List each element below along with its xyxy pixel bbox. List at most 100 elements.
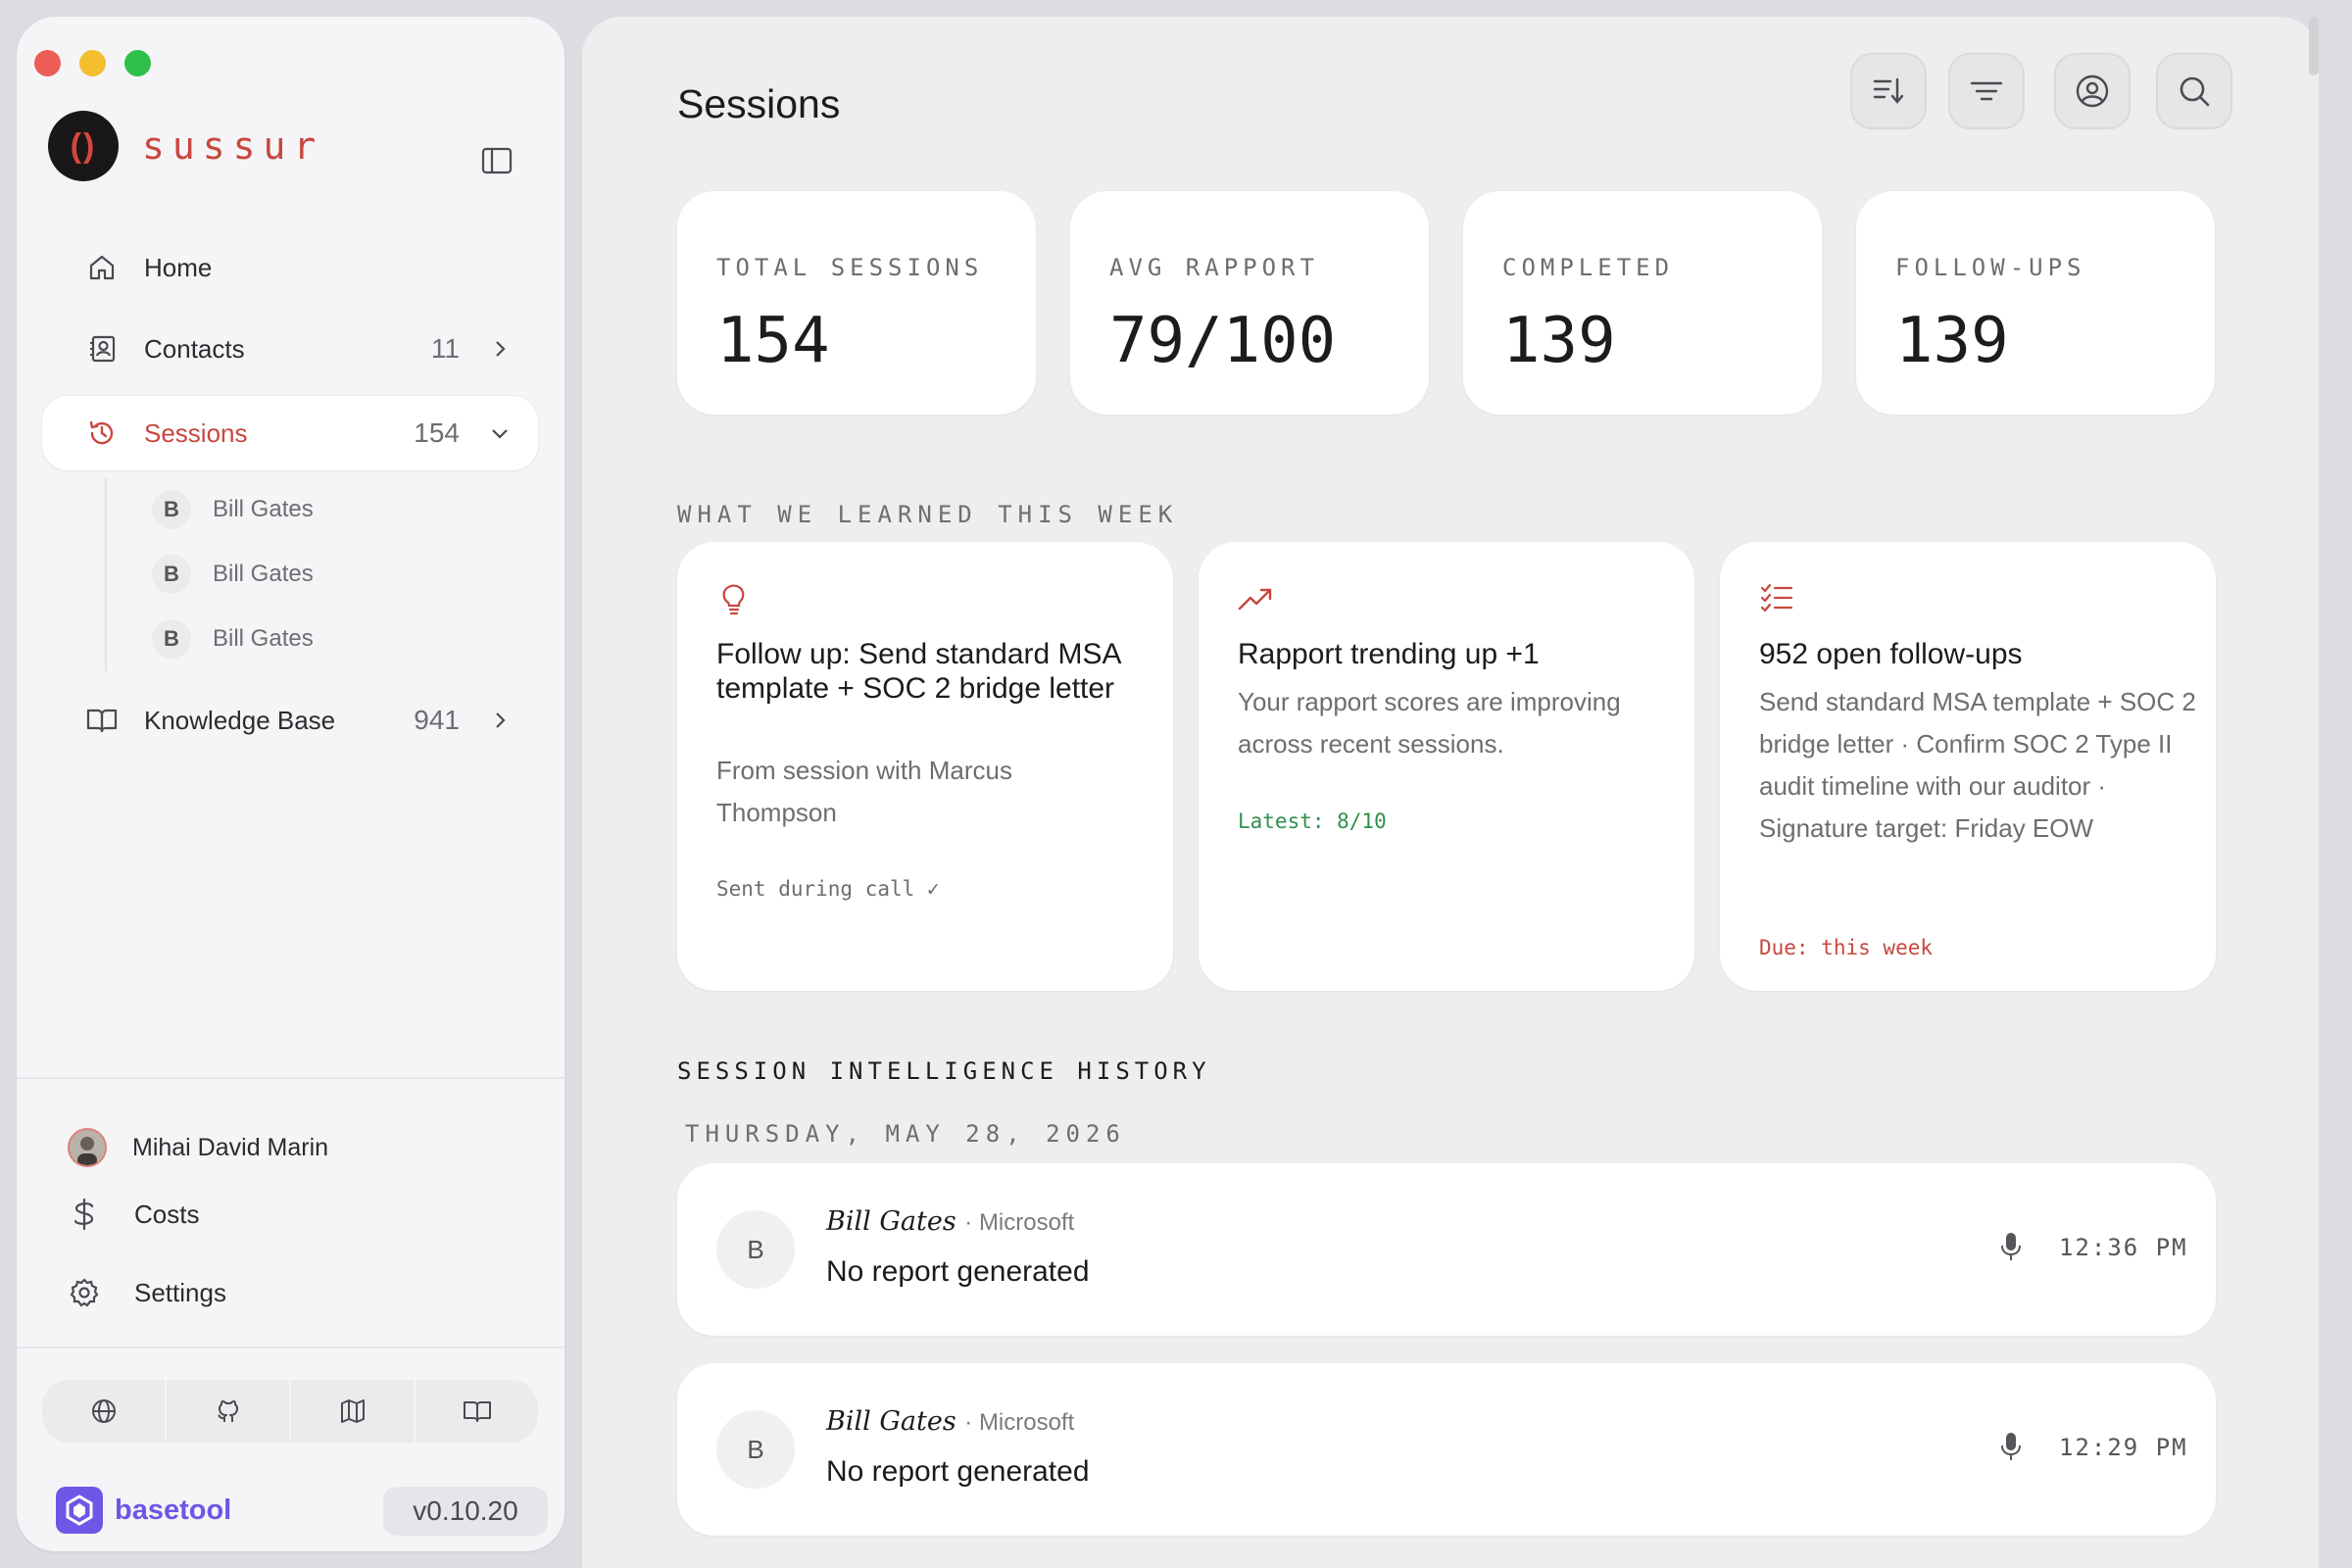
user-circle-icon <box>2076 74 2109 108</box>
sidebar-item-label: Home <box>144 252 213 282</box>
page-title: Sessions <box>677 81 841 126</box>
map-link[interactable] <box>291 1380 416 1443</box>
stat-value: 154 <box>716 305 830 377</box>
account-button[interactable] <box>2054 53 2131 129</box>
contact-avatar: B <box>716 1410 795 1489</box>
sidebar-item-costs[interactable]: Costs <box>68 1198 199 1231</box>
insight-card-follow-up[interactable]: Follow up: Send standard MSA template + … <box>677 542 1173 991</box>
history-date: THURSDAY, MAY 28, 2026 <box>685 1120 1126 1148</box>
dollar-icon <box>68 1198 101 1231</box>
history-icon <box>85 416 119 450</box>
minimize-window-button[interactable] <box>79 50 106 76</box>
insight-title: 952 open follow-ups <box>1759 638 2023 670</box>
toolbar <box>1850 53 2232 129</box>
sidebar-item-sessions[interactable]: Sessions 154 <box>42 396 538 470</box>
session-time: 12:29 PM <box>2059 1434 2188 1461</box>
contacts-count: 11 <box>430 333 460 364</box>
contact-avatar: B <box>716 1210 795 1289</box>
brand-name: sussur <box>142 124 324 168</box>
book-open-icon <box>85 704 119 737</box>
sidebar-item-contacts[interactable]: Contacts 11 <box>42 312 538 386</box>
session-row[interactable]: B Bill Gates · Microsoft No report gener… <box>677 1163 2216 1336</box>
learned-heading: WHAT WE LEARNED THIS WEEK <box>677 501 1179 528</box>
contact-initial: B <box>152 619 191 659</box>
trending-up-icon <box>1238 588 1272 611</box>
contacts-icon <box>85 332 119 366</box>
version-badge: v0.10.20 <box>383 1487 548 1536</box>
basetool-logo-icon <box>56 1487 103 1534</box>
microphone-icon <box>2001 1433 2021 1460</box>
user-profile[interactable]: Mihai David Marin <box>68 1128 328 1167</box>
website-link[interactable] <box>42 1380 167 1443</box>
stat-card-avg-rapport: AVG RAPPORT 79/100 <box>1070 191 1429 415</box>
session-contact: Bill Gates · Microsoft <box>826 1206 1074 1237</box>
session-company: · Microsoft <box>964 1409 1075 1436</box>
session-row[interactable]: B Bill Gates · Microsoft No report gener… <box>677 1363 2216 1536</box>
window-controls <box>34 50 151 76</box>
search-button[interactable] <box>2156 53 2232 129</box>
knowledge-count: 941 <box>414 705 460 735</box>
insight-card-open-follow-ups[interactable]: 952 open follow-ups Send standard MSA te… <box>1720 542 2216 991</box>
stat-card-total-sessions: TOTAL SESSIONS 154 <box>677 191 1036 415</box>
stat-label: AVG RAPPORT <box>1109 254 1319 281</box>
filter-icon <box>1970 81 2003 101</box>
insight-text: Your rapport scores are improving across… <box>1238 687 1621 759</box>
stat-card-follow-ups: FOLLOW-UPS 139 <box>1856 191 2215 415</box>
contact-initial: B <box>152 490 191 529</box>
filter-button[interactable] <box>1948 53 2025 129</box>
sidebar-item-label: Knowledge Base <box>144 705 336 735</box>
session-time: 12:36 PM <box>2059 1234 2188 1261</box>
sub-session-label: Bill Gates <box>213 625 314 652</box>
sidebar-item-settings[interactable]: Settings <box>68 1276 226 1309</box>
docs-link[interactable] <box>416 1380 538 1443</box>
brand-logo: () <box>48 111 119 181</box>
insight-card-rapport[interactable]: Rapport trending up +1 Your rapport scor… <box>1199 542 1694 991</box>
globe-icon <box>91 1399 116 1423</box>
chevron-down-icon <box>492 429 508 439</box>
stat-label: COMPLETED <box>1502 254 1675 281</box>
stat-label: TOTAL SESSIONS <box>716 254 984 281</box>
sidebar-divider <box>17 1347 564 1348</box>
costs-label: Costs <box>134 1199 200 1229</box>
main-scrollbar[interactable] <box>2309 17 2319 75</box>
insight-meta: Latest: 8/10 <box>1238 809 1387 833</box>
maximize-window-button[interactable] <box>124 50 151 76</box>
sessions-count: 154 <box>414 417 460 448</box>
sub-session-item[interactable]: B Bill Gates <box>107 542 516 607</box>
main-content: Sessions TOTAL SESSIONS 154 AVG RAPPORT … <box>582 17 2319 1568</box>
chevron-right-icon <box>496 341 506 357</box>
home-icon <box>85 251 119 284</box>
insight-meta: Sent during call ✓ <box>716 877 940 901</box>
stat-label: FOLLOW-UPS <box>1895 254 2086 281</box>
brand: () sussur <box>48 111 323 181</box>
lightbulb-icon <box>722 584 745 615</box>
sub-session-item[interactable]: B Bill Gates <box>107 477 516 542</box>
github-link[interactable] <box>167 1380 291 1443</box>
stat-value: 79/100 <box>1109 305 1337 377</box>
basetool-brand[interactable]: basetool <box>56 1487 231 1534</box>
user-name: Mihai David Marin <box>132 1133 329 1161</box>
book-open-icon <box>463 1401 491 1422</box>
quick-links-bar <box>42 1380 538 1443</box>
github-icon <box>217 1400 238 1422</box>
session-contact: Bill Gates · Microsoft <box>826 1406 1074 1437</box>
history-heading: SESSION INTELLIGENCE HISTORY <box>677 1057 1211 1085</box>
close-window-button[interactable] <box>34 50 61 76</box>
stat-value: 139 <box>1502 305 1616 377</box>
checklist-icon <box>1760 583 1793 612</box>
sort-button[interactable] <box>1850 53 1927 129</box>
sidebar-divider <box>17 1077 564 1079</box>
contact-initial: B <box>152 555 191 594</box>
sidebar-item-home[interactable]: Home <box>42 230 538 305</box>
insight-text: From session with Marcus Thompson <box>716 756 1012 827</box>
sub-session-item[interactable]: B Bill Gates <box>107 607 516 671</box>
insight-title: Follow up: Send standard MSA template + … <box>716 638 1120 705</box>
search-icon <box>2180 76 2210 107</box>
sidebar-item-label: Contacts <box>144 333 245 364</box>
sidebar-toggle-icon[interactable] <box>481 147 513 174</box>
chevron-right-icon <box>496 712 506 728</box>
settings-label: Settings <box>134 1277 226 1307</box>
gear-icon <box>68 1276 101 1309</box>
sidebar-item-knowledge-base[interactable]: Knowledge Base 941 <box>42 683 538 758</box>
sort-icon <box>1873 77 1904 104</box>
